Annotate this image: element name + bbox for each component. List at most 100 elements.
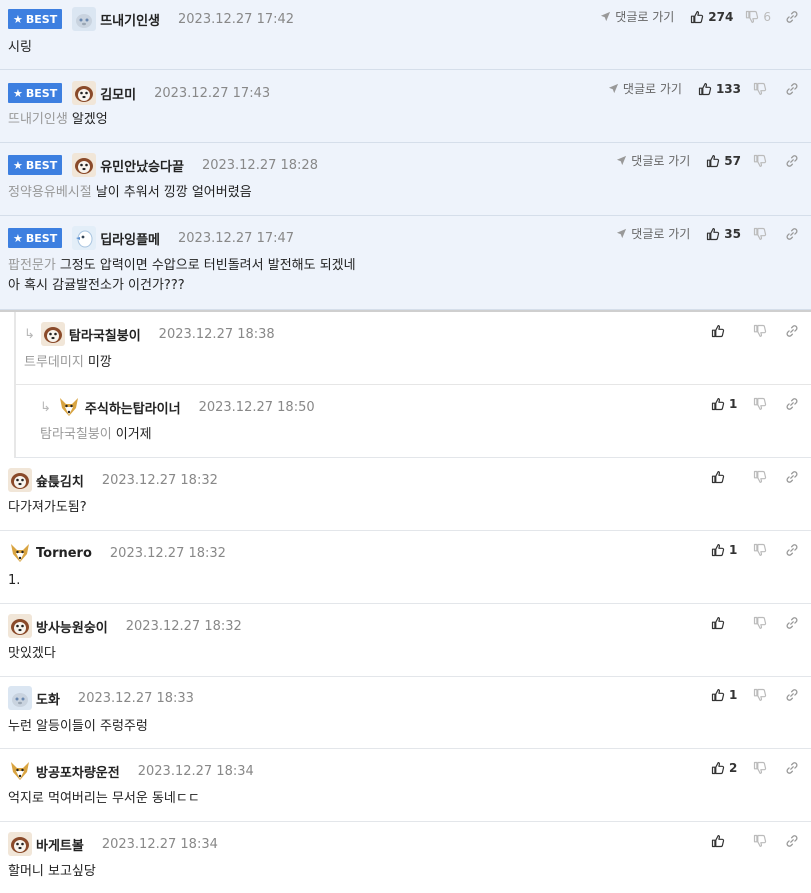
comment-author[interactable]: 방공포차량운전 xyxy=(36,762,120,781)
comment-header: ★ BEST 김모미 2023.12.27 17:43 xyxy=(8,80,270,106)
thumbs-up-icon xyxy=(711,761,725,775)
dislike-button[interactable] xyxy=(753,82,771,96)
mention-tag[interactable]: 팝전문가 xyxy=(8,258,56,273)
copy-link-button[interactable] xyxy=(785,761,799,775)
star-icon: ★ xyxy=(13,231,23,245)
comment-author[interactable]: 슢튽김치 xyxy=(36,471,84,490)
copy-link-button[interactable] xyxy=(785,82,799,96)
comment-author[interactable]: 탐라국칠붕이 xyxy=(69,325,141,344)
comment-body: 탐라국칠붕이 이거제 xyxy=(40,425,152,445)
comment-actions: 2 xyxy=(711,761,799,775)
link-icon xyxy=(785,154,799,168)
comment-text: 미깡 xyxy=(87,355,112,370)
comment-author[interactable]: 방사능원숭이 xyxy=(36,617,108,636)
goto-comment-button[interactable]: 댓글로 가기 xyxy=(616,225,690,242)
goto-comment-button[interactable]: 댓글로 가기 xyxy=(600,8,674,25)
copy-link-button[interactable] xyxy=(785,470,799,484)
like-button[interactable]: 57 xyxy=(706,154,741,168)
avatar-cat-icon[interactable] xyxy=(72,7,96,31)
like-button[interactable]: 1 xyxy=(711,543,741,557)
dislike-button[interactable] xyxy=(753,397,771,411)
comment-date: 2023.12.27 18:32 xyxy=(109,545,226,561)
link-icon xyxy=(785,616,799,630)
avatar-cat-icon[interactable] xyxy=(8,686,32,710)
comment-author[interactable]: 유민안났승다끝 xyxy=(100,156,184,175)
dislike-button[interactable] xyxy=(753,834,771,848)
dislike-button[interactable] xyxy=(753,543,771,557)
comment-author[interactable]: 주식하는탑라이너 xyxy=(85,398,181,417)
copy-link-button[interactable] xyxy=(785,616,799,630)
dislike-button[interactable] xyxy=(753,470,771,484)
copy-link-button[interactable] xyxy=(785,154,799,168)
like-button[interactable]: 133 xyxy=(698,82,741,96)
comment-body: 1. xyxy=(8,571,20,591)
comment-author[interactable]: 뜨내기인생 xyxy=(100,10,160,29)
comment-author[interactable]: 김모미 xyxy=(100,84,136,103)
star-icon: ★ xyxy=(13,86,23,100)
comment-author[interactable]: 바게트볼 xyxy=(36,835,84,854)
goto-comment-button[interactable]: 댓글로 가기 xyxy=(616,152,690,169)
like-button[interactable] xyxy=(711,324,741,338)
reply-item: ↳ 탐라국칠붕이 2023.12.27 18:38 트루데미지 미깡 xyxy=(14,312,811,385)
avatar-bird-icon[interactable] xyxy=(72,226,96,250)
like-button[interactable]: 1 xyxy=(711,397,741,411)
avatar-fox-icon[interactable] xyxy=(57,395,81,419)
copy-link-button[interactable] xyxy=(785,324,799,338)
comment-item: 도화 2023.12.27 18:33 1 누런 알등이들이 주렁주렁 xyxy=(0,677,811,749)
mention-tag[interactable]: 정약용유베시절 xyxy=(8,185,92,200)
copy-link-button[interactable] xyxy=(785,834,799,848)
copy-link-button[interactable] xyxy=(785,543,799,557)
dislike-button[interactable] xyxy=(753,761,771,775)
dislike-button[interactable] xyxy=(753,154,771,168)
thumbs-down-icon xyxy=(753,543,767,557)
comment-header: 도화 2023.12.27 18:33 xyxy=(8,685,194,711)
dislike-button[interactable]: 6 xyxy=(745,10,771,24)
mention-tag[interactable]: 트루데미지 xyxy=(24,355,84,370)
like-button[interactable]: 2 xyxy=(711,761,741,775)
avatar-fox-icon[interactable] xyxy=(8,541,32,565)
comment-date: 2023.12.27 17:47 xyxy=(178,230,295,246)
copy-link-button[interactable] xyxy=(785,227,799,241)
like-button[interactable] xyxy=(711,834,741,848)
avatar-dog-icon[interactable] xyxy=(72,81,96,105)
like-count: 1 xyxy=(729,397,738,411)
star-icon: ★ xyxy=(13,12,23,26)
avatar-dog-icon[interactable] xyxy=(8,832,32,856)
comment-header: ★ BEST 딥라잉플메 2023.12.27 17:47 xyxy=(8,225,294,251)
copy-link-button[interactable] xyxy=(785,397,799,411)
like-button[interactable]: 1 xyxy=(711,688,741,702)
comment-actions: 댓글로 가기 133 xyxy=(608,80,799,97)
dislike-button[interactable] xyxy=(753,616,771,630)
avatar-dog-icon[interactable] xyxy=(8,468,32,492)
copy-link-button[interactable] xyxy=(785,10,799,24)
like-button[interactable]: 274 xyxy=(690,10,733,24)
comment-date: 2023.12.27 18:34 xyxy=(137,763,254,779)
send-icon xyxy=(608,83,619,94)
copy-link-button[interactable] xyxy=(785,688,799,702)
like-button[interactable]: 35 xyxy=(706,227,741,241)
like-button[interactable] xyxy=(711,470,741,484)
comment-item: 바게트볼 2023.12.27 18:34 할머니 보고싶당 xyxy=(0,822,811,893)
avatar-dog-icon[interactable] xyxy=(8,614,32,638)
comment-author[interactable]: Tornero xyxy=(36,546,92,561)
comment-item: ★ BEST 김모미 2023.12.27 17:43 댓글로 가기 133 뜨내… xyxy=(0,70,811,143)
reply-arrow-icon: ↳ xyxy=(40,399,51,415)
comment-actions: 1 xyxy=(711,397,799,411)
dislike-button[interactable] xyxy=(753,227,771,241)
dislike-button[interactable] xyxy=(753,324,771,338)
avatar-dog-icon[interactable] xyxy=(41,322,65,346)
comment-text: 누런 알등이들이 주렁주렁 xyxy=(8,719,148,734)
comment-author[interactable]: 딥라잉플메 xyxy=(100,229,160,248)
mention-tag[interactable]: 탐라국칠붕이 xyxy=(40,427,112,442)
like-button[interactable] xyxy=(711,616,741,630)
link-icon xyxy=(785,227,799,241)
comment-author[interactable]: 도화 xyxy=(36,689,60,708)
mention-tag[interactable]: 뜨내기인생 xyxy=(8,112,68,127)
like-count: 274 xyxy=(708,9,734,24)
goto-comment-button[interactable]: 댓글로 가기 xyxy=(608,80,682,97)
avatar-dog-icon[interactable] xyxy=(72,153,96,177)
thumbs-down-icon xyxy=(753,616,767,630)
avatar-fox-icon[interactable] xyxy=(8,759,32,783)
dislike-button[interactable] xyxy=(753,688,771,702)
comment-actions: 댓글로 가기 274 6 xyxy=(600,8,799,25)
